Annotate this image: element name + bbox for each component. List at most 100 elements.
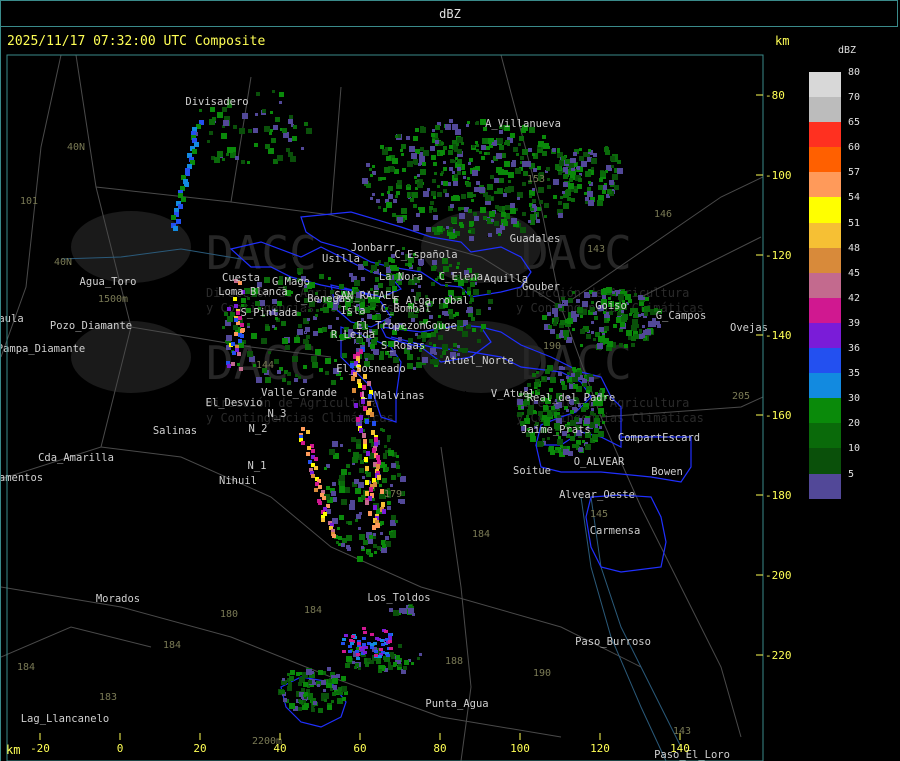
road-number-label: 190 (533, 668, 551, 679)
place-label: El_Sosneado (336, 363, 406, 375)
legend-title: dBZ (838, 45, 857, 56)
place-label: Alvear_Oeste (559, 489, 635, 501)
x-tick-label: 40 (273, 742, 286, 755)
place-label: A_Villanueva (485, 118, 561, 130)
y-tick-label: -180 (765, 489, 792, 502)
y-tick-label: -80 (765, 89, 785, 102)
legend-swatch (809, 247, 841, 273)
x-tick-label: 0 (117, 742, 124, 755)
place-label: Cda_Amarilla (38, 452, 114, 464)
legend-value: 20 (848, 418, 861, 430)
place-label: Pozo_Diamante (50, 320, 132, 332)
road-number-label: 184 (472, 529, 490, 540)
legend-swatch (809, 348, 841, 374)
place-label: Los_Toldos (367, 592, 430, 604)
legend-value: 35 (848, 368, 861, 380)
legend-value: 57 (848, 167, 861, 179)
place-label: Nihuil (219, 475, 257, 487)
place-label: Goiso (595, 300, 627, 312)
road-number-label: 205 (732, 391, 750, 402)
x-tick-label: -20 (30, 742, 50, 755)
legend-swatch (809, 423, 841, 449)
road-number-label: 145 (590, 509, 608, 520)
window-title: dBZ (439, 7, 461, 21)
place-label: La Nora (379, 271, 423, 283)
km-unit-label-bottom: km (6, 743, 21, 757)
x-tick-label: 80 (433, 742, 446, 755)
y-tick-label: -120 (765, 249, 792, 262)
place-label: S_Rosas (381, 340, 425, 352)
road-number-label: 184 (163, 640, 181, 651)
y-tick-label: -200 (765, 569, 792, 582)
place-label: Paso_El_Loro (654, 749, 730, 761)
title-bar: dBZ (0, 0, 898, 27)
place-label: R_Leida (331, 329, 375, 341)
place-label: aula (1, 313, 24, 325)
road-number-label: 190 (543, 341, 561, 352)
legend-swatch (809, 322, 841, 349)
legend-swatch (809, 473, 841, 499)
timestamp-label: 2025/11/17 07:32:00 UTC Composite (7, 34, 266, 49)
place-label: N_3 (268, 408, 287, 420)
road-number-label: 153 (527, 174, 545, 185)
road-number-label: 143 (587, 244, 605, 255)
legend-value: 70 (848, 92, 861, 104)
place-label: Bowen (651, 466, 683, 478)
place-label: Pampa_Diamante (1, 343, 85, 355)
road-number-label: 179 (384, 489, 402, 500)
road-number-label: 184 (304, 605, 322, 616)
y-tick-label: -140 (765, 329, 792, 342)
legend-value: 39 (848, 317, 861, 329)
place-label: Paso_Burroso (575, 636, 651, 648)
legend-swatch (809, 373, 841, 399)
road-number-label: 146 (654, 209, 672, 220)
legend-value: 30 (848, 393, 861, 405)
legend-swatch (809, 222, 841, 248)
place-label: G_Campos (656, 310, 707, 322)
place-label: N_2 (249, 423, 268, 435)
place-label: Gouge (425, 320, 457, 332)
road-number-label: 40N (67, 142, 85, 153)
y-tick-label: -160 (765, 409, 792, 422)
road-number-label: 144 (256, 360, 274, 371)
radar-map[interactable]: DACCDirección de Agriculturay Contingenc… (1, 27, 798, 761)
place-label: Guadales (510, 233, 561, 245)
legend-swatch (809, 297, 841, 323)
legend-swatch (809, 272, 841, 298)
legend-value: 51 (848, 217, 861, 229)
place-label: C_Española (394, 249, 457, 261)
place-label: Ovejas (730, 322, 768, 334)
place-label: Valle_Grande (261, 387, 337, 399)
place-label: Punta_Agua (425, 698, 488, 710)
road-number-label: 143 (673, 726, 691, 737)
place-label: Salinas (153, 425, 197, 437)
place-label: SAN_RAFAEL (334, 290, 397, 302)
legend-value: 48 (848, 242, 861, 254)
x-tick-label: 20 (193, 742, 206, 755)
place-label: N_1 (248, 460, 267, 472)
dbz-color-legend (809, 72, 841, 499)
legend-value: 5 (848, 468, 855, 480)
place-label: Usilla (322, 253, 360, 265)
dbz-legend-labels: 80 70 65 60 57 54 51 48 45 42 39 36 35 30 20 10 5 (848, 66, 860, 493)
legend-swatch (809, 97, 841, 123)
legend-swatch (809, 72, 841, 98)
road-number-label: 184 (17, 662, 35, 673)
legend-swatch (809, 448, 841, 474)
road-number-label: 188 (445, 656, 463, 667)
x-tick-label: 60 (353, 742, 366, 755)
place-label: Soitue (513, 465, 551, 477)
place-label: C_Bombal (381, 303, 432, 315)
legend-value: 10 (848, 443, 861, 455)
x-tick-label: 120 (590, 742, 610, 755)
place-label: G_Mago (272, 276, 310, 288)
legend-value: 36 (848, 343, 861, 355)
km-unit-label-top: km (775, 34, 790, 48)
place-label: Jaime_Prats (521, 424, 591, 436)
legend-swatch (809, 122, 841, 148)
y-tick-label: -100 (765, 169, 792, 182)
road-number-label: 180 (220, 609, 238, 620)
legend-swatch (809, 197, 841, 223)
legend-value: 45 (848, 267, 861, 279)
legend-value: 60 (848, 142, 861, 154)
